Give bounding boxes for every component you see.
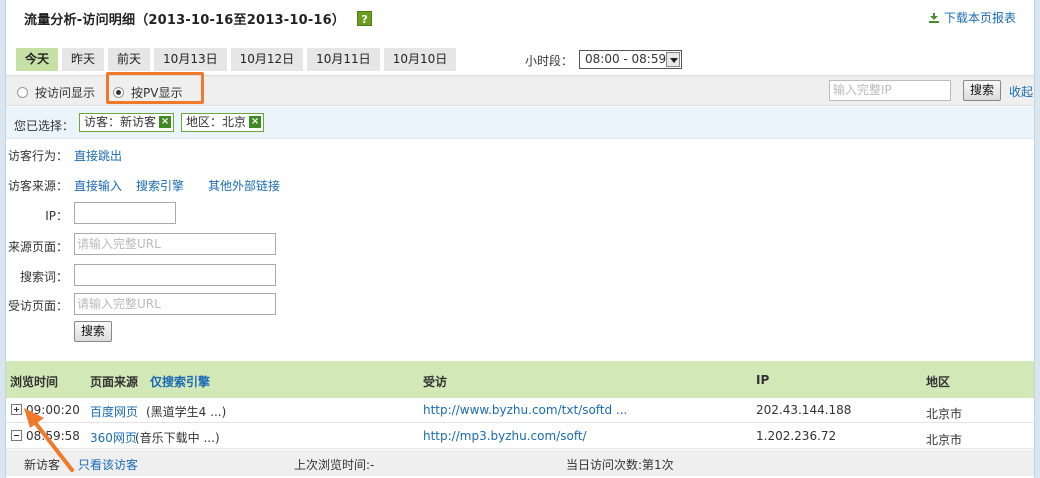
hour-select-value: 08:00 - 08:59 bbox=[585, 52, 667, 66]
collapse-link[interactable]: 收起 bbox=[1009, 83, 1033, 100]
close-icon[interactable]: × bbox=[159, 116, 172, 128]
behavior-link-bounce[interactable]: 直接跳出 bbox=[74, 147, 122, 164]
source-label: 访客来源： bbox=[8, 179, 69, 193]
table-row: 08:59:58 360网页 (音乐下载中 ...) http://mp3.by… bbox=[6, 424, 1034, 449]
tab-oct-11[interactable]: 10月11日 bbox=[307, 48, 380, 71]
row-source-extra: (音乐下载中 ...) bbox=[135, 431, 220, 445]
arrow-annotation-icon bbox=[24, 408, 74, 472]
radio-by-visit[interactable]: 按访问显示 bbox=[17, 84, 95, 101]
download-icon bbox=[928, 12, 939, 23]
tab-day-before[interactable]: 前天 bbox=[108, 48, 151, 71]
row-source-extra: (黑道学生4 ...) bbox=[146, 405, 227, 419]
source-link-direct[interactable]: 直接输入 bbox=[74, 177, 122, 194]
report-panel: 流量分析-访问明细（2013-10-16至2013-10-16） ? 下载本页报… bbox=[5, 0, 1035, 478]
source-page-field[interactable]: 请输入完整URL bbox=[74, 233, 276, 255]
tab-oct-10[interactable]: 10月10日 bbox=[383, 48, 457, 71]
row-url-link[interactable]: http://mp3.byzhu.com/soft/ bbox=[423, 429, 587, 443]
collapse-icon[interactable] bbox=[11, 430, 22, 441]
selected-label: 您已选择： bbox=[14, 119, 75, 133]
behavior-label: 访客行为： bbox=[8, 149, 69, 163]
visited-page-field[interactable]: 请输入完整URL bbox=[74, 293, 276, 315]
row-source-link[interactable]: 360网页 bbox=[90, 429, 137, 446]
radio-button[interactable] bbox=[17, 87, 28, 98]
row-region: 北京市 bbox=[926, 407, 963, 421]
row-ip: 1.202.236.72 bbox=[756, 429, 837, 443]
help-icon[interactable]: ? bbox=[357, 10, 373, 26]
download-report-label[interactable]: 下载本页报表 bbox=[944, 9, 1016, 26]
chip-region: 地区：北京 × bbox=[181, 113, 265, 132]
last-visit-time: 上次浏览时间:- bbox=[294, 458, 375, 472]
hour-select[interactable]: 08:00 - 08:59 bbox=[579, 50, 682, 69]
close-icon[interactable]: × bbox=[249, 116, 262, 128]
col-ip: IP bbox=[756, 373, 770, 387]
tab-yesterday[interactable]: 昨天 bbox=[62, 48, 105, 71]
title-bar: 流量分析-访问明细（2013-10-16至2013-10-16） ? bbox=[24, 8, 373, 28]
source-link-other[interactable]: 其他外部链接 bbox=[208, 177, 280, 194]
selected-filters-bar: 您已选择： 访客：新访客 × 地区：北京 × bbox=[6, 107, 1034, 139]
row-ip: 202.43.144.188 bbox=[756, 403, 852, 417]
row-url-link[interactable]: http://www.byzhu.com/txt/softd ... bbox=[423, 403, 627, 417]
only-visitor-link[interactable]: 只看该访客 bbox=[78, 456, 138, 473]
col-source: 页面来源 bbox=[90, 375, 139, 389]
source-filter-link[interactable]: 仅搜索引擎 bbox=[150, 373, 210, 390]
download-report-link[interactable]: 下载本页报表 bbox=[928, 9, 1016, 26]
col-visited: 受访 bbox=[423, 375, 448, 389]
ip-search-input[interactable]: 输入完整IP bbox=[829, 80, 951, 101]
filter-search-button[interactable]: 搜索 bbox=[74, 321, 113, 342]
ip-label: IP： bbox=[45, 209, 68, 223]
col-time: 浏览时间 bbox=[10, 375, 59, 389]
source-link-search-engine[interactable]: 搜索引擎 bbox=[136, 177, 184, 194]
chip-visitor-label: 访客：新访客 bbox=[84, 115, 157, 129]
table-header: 浏览时间 页面来源 仅搜索引擎 受访 IP 地区 bbox=[6, 361, 1034, 398]
date-tabs: 今天 昨天 前天 10月13日 10月12日 10月11日 10月10日 bbox=[16, 48, 460, 71]
expand-icon[interactable] bbox=[11, 404, 22, 415]
today-visit-count: 当日访问次数:第1次 bbox=[566, 458, 674, 472]
chevron-down-icon[interactable] bbox=[666, 52, 680, 67]
tab-oct-12[interactable]: 10月12日 bbox=[230, 48, 304, 71]
tab-today[interactable]: 今天 bbox=[16, 48, 59, 71]
tab-oct-13[interactable]: 10月13日 bbox=[154, 48, 227, 71]
radio-by-visit-label: 按访问显示 bbox=[35, 86, 96, 100]
hour-label: 小时段： bbox=[525, 54, 574, 68]
source-page-label: 来源页面： bbox=[8, 240, 69, 254]
row-region: 北京市 bbox=[926, 433, 963, 447]
keyword-label: 搜索词： bbox=[19, 270, 68, 284]
page-title: 流量分析-访问明细（2013-10-16至2013-10-16） bbox=[24, 12, 346, 28]
ip-search-button[interactable]: 搜索 bbox=[963, 80, 1002, 101]
display-mode-bar: 按访问显示 按PV显示 输入完整IP 搜索 收起 bbox=[6, 72, 1034, 106]
table-row: 09:00:20 百度网页 (黑道学生4 ...) http://www.byz… bbox=[6, 398, 1034, 423]
chip-visitor: 访客：新访客 × bbox=[79, 113, 175, 132]
visitor-detail-row: 新访客 只看该访客 上次浏览时间:- 当日访问次数:第1次 bbox=[6, 450, 1034, 476]
chip-region-label: 地区：北京 bbox=[186, 115, 247, 129]
row-source-link[interactable]: 百度网页 bbox=[90, 403, 138, 420]
ip-field[interactable] bbox=[74, 202, 176, 224]
highlight-annotation bbox=[106, 72, 204, 104]
keyword-field[interactable] bbox=[74, 264, 276, 286]
col-region: 地区 bbox=[926, 375, 951, 389]
visited-page-label: 受访页面： bbox=[8, 299, 69, 313]
